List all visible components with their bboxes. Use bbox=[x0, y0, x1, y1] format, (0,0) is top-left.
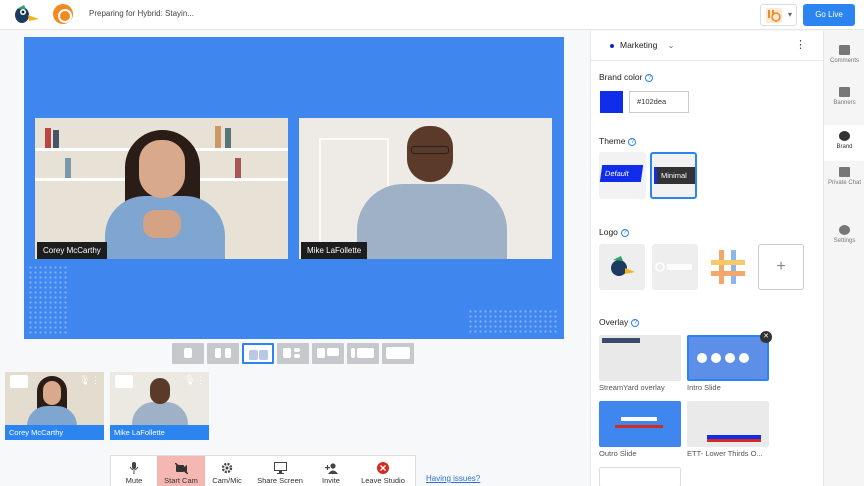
streamyard-logo[interactable] bbox=[12, 3, 40, 27]
mic-icon[interactable]: 🎙 bbox=[184, 375, 195, 387]
sidebar-tabs: Comments Banners Brand Private Chat Sett… bbox=[823, 31, 864, 486]
overlay-caption: StreamYard overlay bbox=[599, 383, 665, 392]
dot-pattern-decoration bbox=[28, 265, 68, 335]
wordmark-logo-icon bbox=[655, 262, 692, 272]
theme-default[interactable]: Default bbox=[599, 152, 646, 199]
overlay-caption: Outro Slide bbox=[599, 449, 637, 458]
brand-color-swatch[interactable] bbox=[600, 91, 623, 113]
overlay-intro-slide[interactable] bbox=[687, 335, 769, 381]
tab-private-chat[interactable]: Private Chat bbox=[824, 167, 864, 207]
chevron-down-icon: ⌄ bbox=[667, 41, 675, 50]
cam-mic-settings-button[interactable]: Cam/Mic bbox=[205, 456, 249, 486]
logo-option-hashtag[interactable] bbox=[705, 244, 751, 290]
mute-button[interactable]: Mute bbox=[111, 456, 157, 486]
share-screen-button[interactable]: Share Screen bbox=[249, 456, 311, 486]
help-icon[interactable]: ? bbox=[628, 137, 637, 146]
close-circle-icon bbox=[377, 462, 389, 474]
more-options-icon[interactable]: ⋮ bbox=[91, 375, 100, 386]
layout-solo[interactable] bbox=[172, 343, 204, 364]
dot-pattern-decoration bbox=[468, 309, 558, 333]
tab-comments[interactable]: Comments bbox=[824, 45, 864, 85]
layout-leader[interactable] bbox=[277, 343, 309, 364]
overlay-slot[interactable] bbox=[599, 467, 681, 486]
overlay-lower-thirds[interactable] bbox=[687, 401, 769, 447]
go-live-button[interactable]: Go Live bbox=[803, 4, 855, 26]
having-issues-link[interactable]: Having issues? bbox=[426, 474, 480, 483]
gear-icon bbox=[221, 462, 233, 474]
logo-option-wordmark[interactable] bbox=[652, 244, 698, 290]
studio-controls: Mute Start Cam Cam/Mic Share Screen Invi… bbox=[110, 455, 416, 486]
add-to-stage-button[interactable] bbox=[10, 375, 28, 388]
chat-icon bbox=[839, 167, 850, 177]
chevron-down-icon: ▾ bbox=[787, 10, 792, 19]
overlay-streamyard[interactable] bbox=[599, 335, 681, 381]
studio-app: Preparing for Hybrid: Stayin... ▾ Go Liv… bbox=[0, 0, 864, 486]
theme-label: Minimal bbox=[654, 167, 695, 184]
logo-heading: Logo? bbox=[599, 227, 629, 237]
overlay-heading: Overlay? bbox=[599, 317, 640, 327]
more-options-icon[interactable]: ⋮ bbox=[196, 375, 205, 386]
add-logo-button[interactable]: + bbox=[758, 244, 804, 290]
duck-logo-icon bbox=[611, 256, 635, 276]
logo-option-duck[interactable] bbox=[599, 244, 645, 290]
brand-dropdown[interactable]: Marketing ⌄ bbox=[610, 40, 674, 50]
add-to-stage-button[interactable] bbox=[115, 375, 133, 388]
tab-banners[interactable]: Banners bbox=[824, 87, 864, 127]
camera-off-icon bbox=[174, 463, 188, 474]
overlay-outro-slide[interactable] bbox=[599, 401, 681, 447]
overlay-caption: Intro Slide bbox=[687, 383, 721, 392]
broadcast-title[interactable]: Preparing for Hybrid: Stayin... bbox=[89, 9, 194, 18]
destinations-button[interactable]: ▾ bbox=[760, 4, 797, 26]
close-icon[interactable]: ✕ bbox=[760, 331, 772, 343]
overlay-caption: ETT- Lower Thirds O... bbox=[687, 449, 763, 458]
backstage-tile-mike[interactable]: 🎙 ⋮ Mike LaFollette bbox=[110, 372, 209, 440]
stage-area: Corey McCarthy Mike LaFollette 🎙 ⋮ Corey… bbox=[0, 31, 590, 486]
backstage-name-label: Corey McCarthy bbox=[5, 425, 104, 440]
banner-icon bbox=[839, 87, 850, 97]
add-person-icon bbox=[324, 463, 338, 474]
mic-icon bbox=[129, 462, 139, 474]
theme-label: Default bbox=[599, 165, 644, 182]
help-icon[interactable]: ? bbox=[645, 73, 654, 82]
comment-icon bbox=[839, 45, 850, 55]
layout-screen-side[interactable] bbox=[347, 343, 379, 364]
layout-group[interactable] bbox=[242, 343, 274, 364]
layout-thin[interactable] bbox=[207, 343, 239, 364]
tab-settings[interactable]: Settings bbox=[824, 225, 864, 265]
participant-name-label: Mike LaFollette bbox=[301, 242, 368, 259]
gear-icon bbox=[839, 225, 850, 235]
top-bar: Preparing for Hybrid: Stayin... ▾ Go Liv… bbox=[0, 0, 864, 30]
panel-header: Marketing ⌄ ⋮ bbox=[591, 31, 823, 61]
help-icon[interactable]: ? bbox=[620, 228, 629, 237]
start-cam-button[interactable]: Start Cam bbox=[157, 456, 205, 486]
backstage-tile-corey[interactable]: 🎙 ⋮ Corey McCarthy bbox=[5, 372, 104, 440]
theme-heading: Theme? bbox=[599, 136, 637, 146]
theme-minimal[interactable]: Minimal bbox=[650, 152, 697, 199]
stage-tile-corey[interactable]: Corey McCarthy bbox=[35, 118, 288, 259]
brand-color-input[interactable]: #102dea bbox=[629, 91, 689, 113]
brand-badge-icon bbox=[53, 4, 73, 24]
invite-button[interactable]: Invite bbox=[311, 456, 351, 486]
mic-icon[interactable]: 🎙 bbox=[79, 375, 90, 387]
stage-tile-mike[interactable]: Mike LaFollette bbox=[299, 118, 552, 259]
brand-color-heading: Brand color? bbox=[599, 72, 654, 82]
layout-fullscreen[interactable] bbox=[382, 343, 414, 364]
stage-canvas: Corey McCarthy Mike LaFollette bbox=[24, 37, 564, 339]
help-icon[interactable]: ? bbox=[631, 318, 640, 327]
monitor-icon bbox=[273, 462, 287, 474]
palette-icon bbox=[839, 131, 850, 141]
participant-name-label: Corey McCarthy bbox=[37, 242, 107, 259]
leave-studio-button[interactable]: Leave Studio bbox=[351, 456, 415, 486]
backstage-name-label: Mike LaFollette bbox=[110, 425, 209, 440]
layout-selector bbox=[172, 343, 414, 364]
tab-brand[interactable]: Brand bbox=[824, 125, 864, 161]
more-options-icon[interactable]: ⋮ bbox=[795, 38, 806, 51]
brand-color-dot bbox=[610, 43, 614, 48]
layout-news[interactable] bbox=[312, 343, 344, 364]
brand-panel: Marketing ⌄ ⋮ Brand color? #102dea Theme… bbox=[590, 31, 823, 486]
hashtag-logo-icon bbox=[711, 250, 745, 284]
destination-avatar-icon bbox=[766, 8, 782, 23]
